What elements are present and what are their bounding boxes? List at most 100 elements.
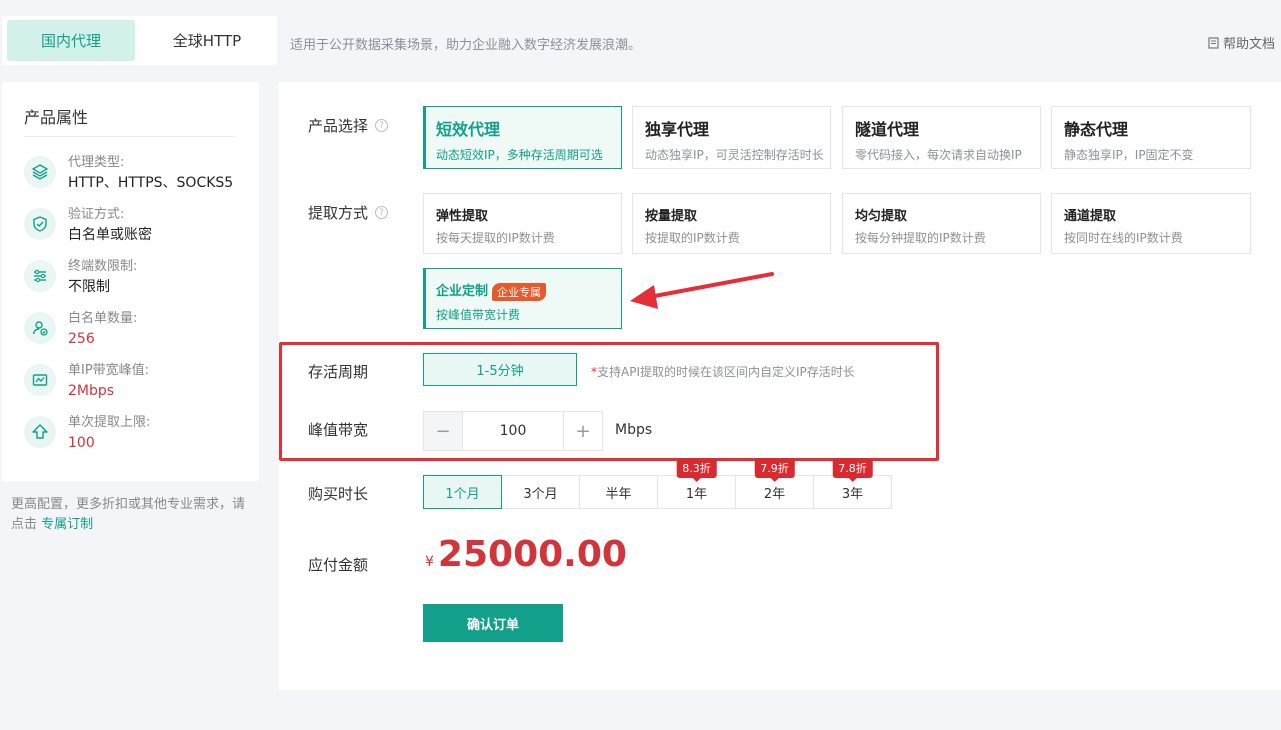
extract-option-by-quantity[interactable]: 按量提取 按提取的IP数计费 bbox=[632, 193, 831, 254]
survive-period-label-text: 存活周期 bbox=[308, 363, 369, 381]
extract-option-sub: 按峰值带宽计费 bbox=[436, 307, 521, 322]
extract-option-title: 弹性提取 bbox=[436, 209, 489, 224]
duration-label: 购买时长 bbox=[308, 483, 368, 504]
attr-value: 256 bbox=[68, 331, 95, 347]
layers-icon bbox=[24, 156, 56, 188]
product-select-label: 产品选择 ? bbox=[308, 115, 389, 136]
document-icon bbox=[1208, 36, 1219, 49]
shield-check-icon bbox=[24, 208, 56, 240]
enterprise-badge: 企业专属 bbox=[492, 282, 547, 301]
highlight-box bbox=[279, 342, 939, 461]
order-config-panel: 产品选择 ? 短效代理 动态短效IP，多种存活周期可选 独享代理 动态独享IP，… bbox=[279, 82, 1281, 690]
bandwidth-stepper: − 100 + bbox=[423, 411, 603, 451]
bandwidth-decrease-button[interactable]: − bbox=[424, 412, 463, 450]
proxy-region-tabs: 国内代理 全球HTTP bbox=[2, 16, 277, 65]
extract-option-title: 通道提取 bbox=[1064, 209, 1117, 224]
extract-option-title: 按量提取 bbox=[645, 209, 698, 224]
attr-value: 不限制 bbox=[68, 279, 110, 295]
price-value: 25000.00 bbox=[437, 534, 627, 575]
duration-option-3-years[interactable]: 7.8折 3年 bbox=[813, 458, 892, 509]
custom-config-note: 更高配置，更多折扣或其他专业需求，请点击 专属订制 bbox=[11, 495, 256, 535]
duration-option-label: 3年 bbox=[841, 486, 864, 502]
payment-amount: ¥ 25000.00 bbox=[425, 534, 627, 575]
product-option-sub: 静态独享IP，IP固定不变 bbox=[1064, 148, 1194, 162]
confirm-order-button[interactable]: 确认订单 bbox=[423, 604, 563, 642]
duration-options: 1个月 3个月 半年 8.3折 1年 7.9折 2年 7.8折 3年 bbox=[423, 458, 892, 509]
product-option-title: 隧道代理 bbox=[855, 120, 920, 139]
attr-value: 2Mbps bbox=[68, 383, 115, 399]
payment-label-text: 应付金额 bbox=[308, 556, 369, 574]
product-option-title: 短效代理 bbox=[436, 120, 501, 139]
attr-terminal-limit: 终端数限制: 不限制 bbox=[24, 258, 137, 298]
attr-label: 代理类型: bbox=[68, 155, 125, 170]
duration-option-1-year[interactable]: 8.3折 1年 bbox=[657, 458, 736, 509]
bandwidth-icon bbox=[24, 364, 56, 396]
product-select-label-text: 产品选择 bbox=[308, 117, 369, 135]
survive-period-note: *支持API提取的时候在该区间内自定义IP存活时长 bbox=[591, 363, 855, 380]
duration-option-label: 1年 bbox=[685, 486, 708, 502]
product-option-title: 独享代理 bbox=[645, 120, 710, 139]
discount-badge: 7.8折 bbox=[832, 458, 873, 478]
attributes-title: 产品属性 bbox=[24, 104, 235, 137]
duration-option-label: 半年 bbox=[605, 486, 632, 502]
help-docs-link[interactable]: 帮助文档 bbox=[1208, 33, 1275, 52]
custom-order-link[interactable]: 专属订制 bbox=[41, 517, 93, 532]
duration-option-1-month[interactable]: 1个月 bbox=[423, 475, 502, 509]
product-option-exclusive[interactable]: 独享代理 动态独享IP，可灵活控制存活时长 bbox=[632, 106, 831, 169]
attr-whitelist-count: 白名单数量: 256 bbox=[24, 310, 137, 350]
bandwidth-increase-button[interactable]: + bbox=[563, 412, 602, 450]
top-description: 适用于公开数据采集场景，助力企业融入数字经济发展浪潮。 bbox=[290, 38, 642, 53]
extract-option-channel[interactable]: 通道提取 按同时在线的IP数计费 bbox=[1051, 193, 1251, 254]
attr-label: 单次提取上限: bbox=[68, 415, 151, 430]
tab-global-http[interactable]: 全球HTTP bbox=[143, 20, 271, 61]
product-option-title: 静态代理 bbox=[1064, 120, 1129, 139]
product-option-tunnel[interactable]: 隧道代理 零代码接入，每次请求自动换IP bbox=[842, 106, 1041, 169]
duration-option-2-years[interactable]: 7.9折 2年 bbox=[735, 458, 814, 509]
discount-badge: 8.3折 bbox=[676, 458, 717, 478]
peak-bandwidth-label: 峰值带宽 bbox=[308, 419, 368, 440]
product-attributes-panel: 产品属性 代理类型: HTTP、HTTPS、SOCKS5 验证方式: 白名单或账… bbox=[2, 82, 259, 481]
product-option-sub: 零代码接入，每次请求自动换IP bbox=[855, 148, 1022, 162]
duration-option-3-months[interactable]: 3个月 bbox=[501, 475, 580, 509]
payment-label: 应付金额 bbox=[308, 554, 368, 575]
extract-option-title: 企业定制 企业专属 bbox=[436, 280, 621, 301]
extract-option-sub: 按同时在线的IP数计费 bbox=[1064, 231, 1183, 245]
extract-option-uniform[interactable]: 均匀提取 按每分钟提取的IP数计费 bbox=[842, 193, 1041, 254]
question-icon[interactable]: ? bbox=[375, 119, 389, 132]
survive-period-label: 存活周期 bbox=[308, 361, 368, 382]
attr-proxy-type: 代理类型: HTTP、HTTPS、SOCKS5 bbox=[24, 154, 233, 194]
attr-label: 验证方式: bbox=[68, 207, 125, 222]
tab-domestic-proxy[interactable]: 国内代理 bbox=[7, 20, 135, 61]
bandwidth-unit: Mbps bbox=[615, 422, 653, 438]
duration-option-label: 2年 bbox=[763, 486, 786, 502]
upload-limit-icon bbox=[24, 416, 56, 448]
extract-option-enterprise[interactable]: 企业定制 企业专属 按峰值带宽计费 bbox=[423, 268, 622, 329]
extract-option-sub: 按每天提取的IP数计费 bbox=[436, 231, 555, 245]
extract-option-sub: 按提取的IP数计费 bbox=[645, 231, 740, 245]
sliders-icon bbox=[24, 260, 56, 292]
attr-extract-limit: 单次提取上限: 100 bbox=[24, 414, 150, 454]
attr-value: 白名单或账密 bbox=[68, 227, 152, 243]
discount-badge: 7.9折 bbox=[754, 458, 795, 478]
extract-option-elastic[interactable]: 弹性提取 按每天提取的IP数计费 bbox=[423, 193, 622, 254]
duration-label-text: 购买时长 bbox=[308, 485, 369, 503]
extract-option-sub: 按每分钟提取的IP数计费 bbox=[855, 231, 986, 245]
product-option-short-term[interactable]: 短效代理 动态短效IP，多种存活周期可选 bbox=[423, 106, 622, 169]
product-option-static[interactable]: 静态代理 静态独享IP，IP固定不变 bbox=[1051, 106, 1251, 169]
annotation-arrow-icon bbox=[630, 272, 774, 309]
duration-option-label: 3个月 bbox=[523, 486, 558, 502]
peak-bandwidth-label-text: 峰值带宽 bbox=[308, 421, 369, 439]
product-option-sub: 动态短效IP，多种存活周期可选 bbox=[436, 148, 603, 162]
attr-auth-method: 验证方式: 白名单或账密 bbox=[24, 206, 152, 246]
question-icon[interactable]: ? bbox=[375, 206, 389, 219]
bandwidth-input[interactable]: 100 bbox=[463, 412, 563, 450]
product-option-sub: 动态独享IP，可灵活控制存活时长 bbox=[645, 148, 824, 162]
attr-bandwidth-peak: 单IP带宽峰值: 2Mbps bbox=[24, 362, 149, 402]
duration-option-half-year[interactable]: 半年 bbox=[579, 475, 658, 509]
survive-note-text: 支持API提取的时候在该区间内自定义IP存活时长 bbox=[597, 365, 855, 379]
user-check-icon bbox=[24, 312, 56, 344]
currency-symbol: ¥ bbox=[425, 554, 434, 570]
survive-period-option[interactable]: 1-5分钟 bbox=[423, 353, 577, 386]
attr-label: 单IP带宽峰值: bbox=[68, 363, 150, 378]
attr-label: 终端数限制: bbox=[68, 259, 138, 274]
